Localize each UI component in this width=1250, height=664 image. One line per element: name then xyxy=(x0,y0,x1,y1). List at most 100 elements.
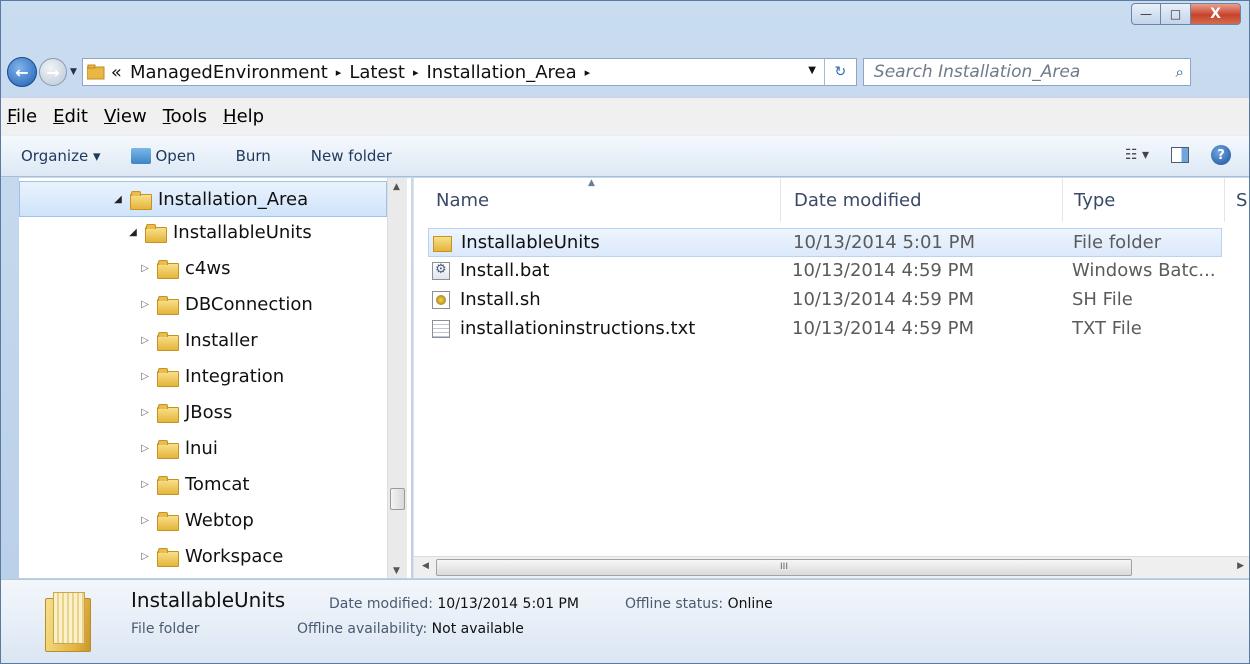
tree-item-label: InstallableUnits xyxy=(173,221,312,243)
file-date: 10/13/2014 4:59 PM xyxy=(792,289,974,310)
file-row[interactable]: installationinstructions.txt 10/13/2014 … xyxy=(428,315,1222,344)
preview-pane-icon[interactable] xyxy=(1171,147,1189,163)
expand-arrow-icon[interactable]: ◢ xyxy=(112,194,124,205)
column-header-date-modified[interactable]: Date modified xyxy=(794,178,1064,222)
expand-arrow-icon[interactable]: ▷ xyxy=(139,371,151,382)
file-row[interactable]: Install.bat 10/13/2014 4:59 PM Windows B… xyxy=(428,257,1222,286)
address-dropdown-icon[interactable]: ▼ xyxy=(808,65,816,76)
menu-tools[interactable]: Tools xyxy=(163,106,207,127)
breadcrumb-separator-icon[interactable]: ▸ xyxy=(336,66,342,79)
change-view-icon[interactable]: ☷ ▾ xyxy=(1125,147,1149,163)
close-button[interactable]: X xyxy=(1191,3,1241,25)
menu-edit[interactable]: Edit xyxy=(53,106,88,127)
tree-item-label: Tomcat xyxy=(185,473,250,495)
recent-pages-dropdown-icon[interactable]: ▼ xyxy=(70,67,77,77)
search-placeholder: Search Installation_Area xyxy=(873,62,1081,82)
column-label: S xyxy=(1236,189,1248,211)
file-list-pane: ▲ Name Date modified Type S InstallableU… xyxy=(413,178,1249,578)
command-bar: Organize ▾ Open Burn New folder ☷ ▾ ? xyxy=(1,135,1249,177)
column-header-name[interactable]: Name xyxy=(436,178,780,222)
folder-icon xyxy=(157,511,179,531)
folder-icon xyxy=(157,295,179,315)
details-item-name: InstallableUnits xyxy=(131,588,286,612)
folder-icon xyxy=(130,190,152,210)
column-header-type[interactable]: Type xyxy=(1074,178,1224,222)
tree-item-workspace[interactable]: ▷ Workspace xyxy=(139,538,283,574)
navigation-pane-scrollbar[interactable]: ▲ ▼ xyxy=(387,178,407,578)
forward-arrow-icon[interactable]: → xyxy=(39,58,67,86)
breadcrumb-separator-icon[interactable]: ▸ xyxy=(585,66,591,79)
expand-arrow-icon[interactable]: ▷ xyxy=(139,515,151,526)
column-divider[interactable] xyxy=(780,178,781,222)
file-type: SH File xyxy=(1072,289,1133,310)
tree-item-installation-area[interactable]: ◢ Installation_Area xyxy=(19,181,387,217)
burn-button[interactable]: Burn xyxy=(236,147,271,165)
column-divider[interactable] xyxy=(1062,178,1063,222)
tree-item-jboss[interactable]: ▷ JBoss xyxy=(139,394,232,430)
column-divider[interactable] xyxy=(1224,178,1225,222)
folder-icon xyxy=(157,367,179,387)
expand-arrow-icon[interactable]: ▷ xyxy=(139,407,151,418)
scroll-right-icon[interactable]: ▶ xyxy=(1237,561,1244,571)
tree-item-tomcat[interactable]: ▷ Tomcat xyxy=(139,466,249,502)
tree-item-c4ws[interactable]: ▷ c4ws xyxy=(139,250,230,286)
tree-item-lnui[interactable]: ▷ lnui xyxy=(139,430,218,466)
tree-item-label: c4ws xyxy=(185,257,231,279)
breadcrumb-separator-icon[interactable]: ▸ xyxy=(413,66,419,79)
folder-icon xyxy=(86,64,105,80)
tree-item-dbconnection[interactable]: ▷ DBConnection xyxy=(139,286,313,322)
scrollbar-thumb[interactable]: III xyxy=(436,559,1132,576)
expand-arrow-icon[interactable]: ▷ xyxy=(139,263,151,274)
search-box[interactable]: Search Installation_Area ⌕ xyxy=(862,58,1191,86)
tree-item-label: DBConnection xyxy=(185,293,313,315)
scroll-up-icon[interactable]: ▲ xyxy=(393,182,400,192)
back-arrow-icon[interactable]: ← xyxy=(7,57,37,87)
new-folder-button[interactable]: New folder xyxy=(311,147,392,165)
file-type: Windows Batc... xyxy=(1072,260,1216,281)
help-icon[interactable]: ? xyxy=(1211,145,1231,165)
organize-button[interactable]: Organize ▾ xyxy=(21,147,101,165)
horizontal-scrollbar[interactable]: ◀ III ▶ xyxy=(414,556,1249,578)
expand-arrow-icon[interactable]: ▷ xyxy=(139,479,151,490)
batch-file-icon xyxy=(432,262,450,280)
menu-view[interactable]: View xyxy=(104,106,147,127)
search-icon[interactable]: ⌕ xyxy=(1176,63,1184,81)
column-label: Type xyxy=(1074,189,1116,211)
offline-status-label: Offline status: xyxy=(625,596,724,612)
expand-arrow-icon[interactable]: ◢ xyxy=(127,227,139,238)
file-date: 10/13/2014 5:01 PM xyxy=(793,232,975,253)
breadcrumb-item-managedenvironment[interactable]: ManagedEnvironment xyxy=(130,62,328,83)
folder-icon xyxy=(45,590,91,652)
breadcrumb-item-latest[interactable]: Latest xyxy=(349,62,405,83)
tree-item-installer[interactable]: ▷ Installer xyxy=(139,322,258,358)
expand-arrow-icon[interactable]: ▷ xyxy=(139,551,151,562)
tree-item-integration[interactable]: ▷ Integration xyxy=(139,358,284,394)
scrollbar-thumb[interactable] xyxy=(390,488,405,510)
file-row[interactable]: Install.sh 10/13/2014 4:59 PM SH File xyxy=(428,286,1222,315)
file-row[interactable]: InstallableUnits 10/13/2014 5:01 PM File… xyxy=(428,228,1222,257)
menu-help[interactable]: Help xyxy=(223,106,264,127)
open-button[interactable]: Open xyxy=(130,147,196,165)
offline-availability-label: Offline availability: xyxy=(297,621,428,637)
menu-file[interactable]: File xyxy=(7,106,37,127)
scroll-down-icon[interactable]: ▼ xyxy=(393,566,400,576)
tree-item-installableunits[interactable]: ◢ InstallableUnits xyxy=(127,214,312,250)
column-header-size[interactable]: S xyxy=(1236,178,1249,222)
date-modified-value: 10/13/2014 5:01 PM xyxy=(437,596,579,612)
maximize-button[interactable]: □ xyxy=(1161,3,1191,25)
expand-arrow-icon[interactable]: ▷ xyxy=(139,443,151,454)
file-date: 10/13/2014 4:59 PM xyxy=(792,260,974,281)
breadcrumb-item-installation-area[interactable]: Installation_Area xyxy=(427,62,577,83)
details-offline-status: Offline status: Online xyxy=(625,596,773,612)
minimize-button[interactable]: — xyxy=(1131,3,1161,25)
details-date-modified: Date modified: 10/13/2014 5:01 PM xyxy=(329,596,579,612)
scroll-left-icon[interactable]: ◀ xyxy=(422,561,429,571)
folder-icon xyxy=(157,403,179,423)
breadcrumb-overflow[interactable]: « xyxy=(111,62,122,83)
expand-arrow-icon[interactable]: ▷ xyxy=(139,299,151,310)
address-bar[interactable]: « ManagedEnvironment ▸ Latest ▸ Installa… xyxy=(81,58,857,86)
expand-arrow-icon[interactable]: ▷ xyxy=(139,335,151,346)
tree-item-webtop[interactable]: ▷ Webtop xyxy=(139,502,254,538)
file-type: File folder xyxy=(1073,232,1162,253)
refresh-icon[interactable]: ↻ xyxy=(823,59,856,85)
